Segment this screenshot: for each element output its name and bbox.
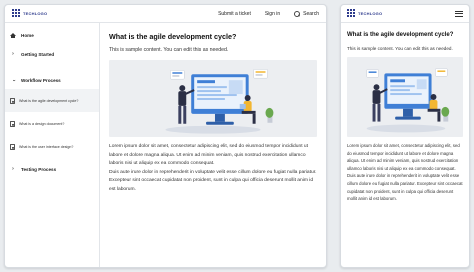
logo-text: TECHLOGO	[23, 11, 48, 16]
logo-icon	[347, 9, 356, 18]
chevron-right-icon: ›	[12, 51, 14, 57]
sidebar-item-testing-process[interactable]: › Testing Process	[5, 161, 99, 178]
sidebar-subitem-label: What is a design document?	[19, 121, 65, 126]
logo-icon	[12, 9, 21, 18]
chevron-down-icon: ›	[10, 79, 17, 82]
mobile-article: What is the agile development cycle? Thi…	[341, 23, 469, 203]
document-icon	[10, 143, 15, 150]
sidebar-item-workflow-process[interactable]: › Workflow Process	[5, 72, 99, 89]
article-illustration	[347, 57, 463, 137]
mobile-preview: TECHLOGO What is the agile development c…	[340, 4, 470, 268]
body-paragraph-2: Duis aute irure dolor in reprehenderit i…	[347, 173, 463, 202]
agile-illustration	[366, 68, 450, 133]
home-icon	[10, 33, 16, 38]
sidebar-subitem-ui-design[interactable]: What is the user interface design?	[5, 135, 99, 158]
sidebar-subitem-agile-cycle[interactable]: What is the agile development cycle?	[5, 89, 99, 112]
sidebar-subitem-label: What is the agile development cycle?	[19, 98, 79, 103]
page-title: What is the agile development cycle?	[109, 32, 237, 41]
sidebar-item-label: Getting Started	[21, 52, 55, 57]
top-navbar: TECHLOGO Submit a ticket Sign in Search	[5, 5, 326, 23]
sidebar-item-label: Workflow Process	[21, 78, 61, 83]
body-paragraph-1: Lorem ipsum dolor sit amet, consectetur …	[109, 144, 308, 167]
body-paragraph-2: Duis aute irure dolor in reprehenderit i…	[109, 169, 317, 192]
sidebar-subitem-label: What is the user interface design?	[19, 144, 74, 149]
page-title: What is the agile development cycle?	[347, 32, 454, 38]
logo[interactable]: TECHLOGO	[347, 9, 382, 18]
hamburger-menu-icon[interactable]	[455, 10, 463, 17]
sidebar-item-label: Home	[21, 33, 34, 38]
sign-in-link[interactable]: Sign in	[265, 11, 280, 17]
article-illustration	[109, 60, 317, 137]
search-label: Search	[303, 10, 319, 17]
logo-text: TECHLOGO	[358, 11, 383, 16]
chevron-right-icon: ›	[12, 166, 14, 172]
document-icon	[10, 97, 15, 104]
document-icon	[10, 120, 15, 127]
body-paragraph-1: Lorem ipsum dolor sit amet, consectetur …	[347, 143, 460, 171]
intro-text: This is sample content. You can edit thi…	[109, 47, 229, 53]
sidebar-subitem-design-document[interactable]: What is a design document?	[5, 112, 99, 135]
sidebar-item-label: Testing Process	[21, 167, 57, 172]
desktop-preview: TECHLOGO Submit a ticket Sign in Search …	[4, 4, 327, 268]
sidebar: Home › Getting Started › Workflow Proces…	[5, 23, 100, 267]
article: What is the agile development cycle? Thi…	[100, 23, 326, 267]
search-button[interactable]: Search	[294, 10, 319, 17]
submit-ticket-link[interactable]: Submit a ticket	[218, 11, 251, 17]
agile-illustration	[165, 69, 274, 134]
intro-text: This is sample content. You can edit thi…	[347, 46, 453, 51]
mobile-top-navbar: TECHLOGO	[341, 5, 469, 23]
sidebar-item-home[interactable]: Home	[5, 27, 99, 44]
sidebar-item-getting-started[interactable]: › Getting Started	[5, 46, 99, 63]
search-icon	[294, 10, 301, 17]
logo[interactable]: TECHLOGO	[12, 9, 47, 18]
